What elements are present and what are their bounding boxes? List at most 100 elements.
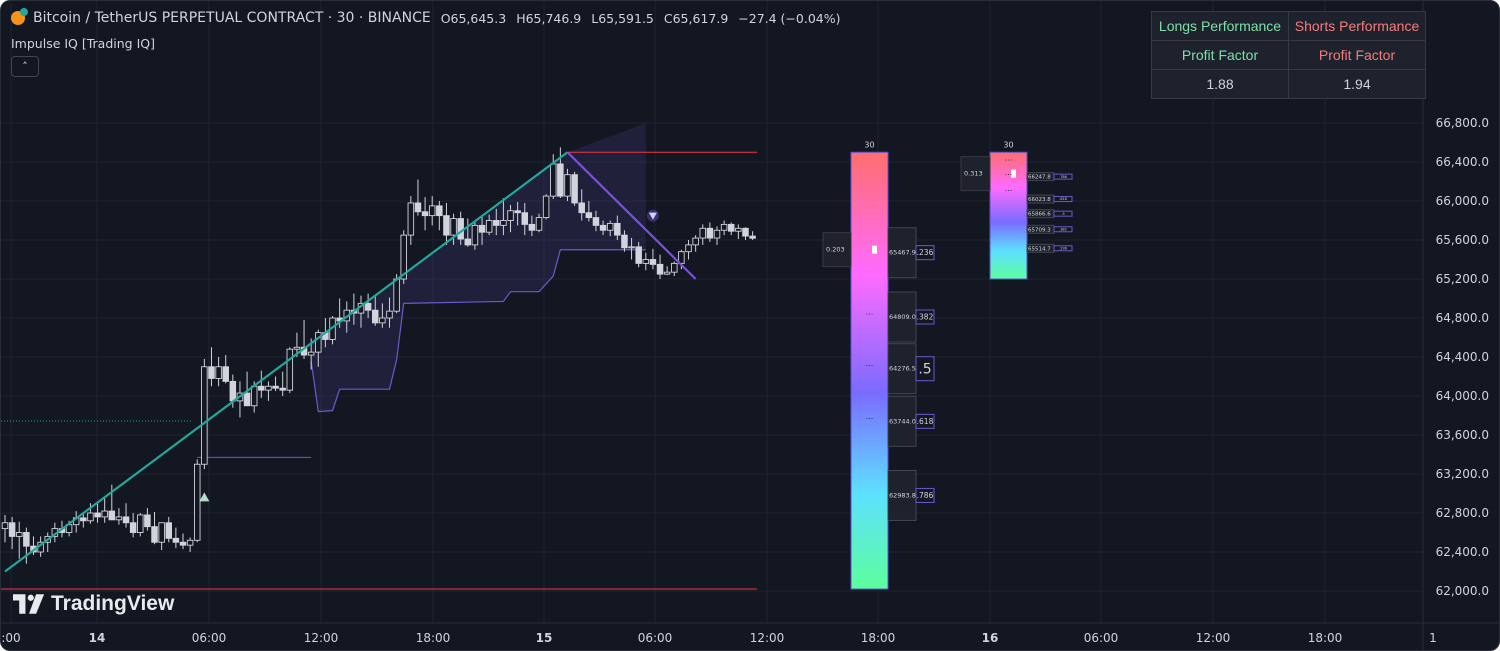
candle-body — [471, 224, 479, 246]
fib-ratio-label: .786 — [917, 491, 934, 500]
candle-body — [208, 366, 215, 379]
x-tick-label: :00 — [1, 631, 20, 645]
candle-body — [393, 278, 400, 312]
candle-body — [642, 259, 650, 264]
candle-body — [151, 526, 158, 543]
candle-body — [379, 317, 386, 324]
fib-price-label: 66023.8 — [1028, 197, 1051, 203]
candle-body — [557, 163, 564, 197]
x-tick-label: 1 — [1429, 631, 1437, 645]
candle-body — [692, 237, 699, 246]
fib-ratio-label: .382 — [917, 313, 934, 322]
fib-price-label: 66247.8 — [1028, 175, 1051, 181]
candle-body — [493, 220, 500, 226]
candle-body — [578, 202, 585, 214]
candle-body — [87, 512, 94, 522]
candle-body — [457, 218, 464, 240]
fib-ratio-label: .5 — [918, 361, 931, 377]
ohlc-readout: O65,645.3 H65,746.9 L65,591.5 C65,617.9 … — [441, 11, 841, 26]
tradingview-logo[interactable]: TradingView — [13, 592, 174, 616]
candle-body — [685, 244, 692, 253]
candle-body — [528, 223, 536, 231]
up-impulse-line — [4, 151, 569, 573]
candle-body — [485, 220, 493, 233]
candle-body — [706, 227, 714, 239]
x-tick-label: 12:00 — [1196, 631, 1231, 645]
x-tick-label: 06:00 — [192, 631, 227, 645]
long-signal-icon — [199, 492, 210, 502]
candle-body — [571, 174, 578, 204]
candle-body — [307, 351, 315, 356]
candle-body — [1, 522, 9, 530]
y-tick-label: 64,000.0 — [1436, 389, 1489, 403]
candle-body — [243, 392, 251, 407]
candle-body — [635, 246, 642, 264]
shorts-profit-factor: 1.94 — [1288, 69, 1426, 99]
x-tick-label: 12:00 — [750, 631, 785, 645]
candle-body — [699, 227, 707, 239]
candle-body — [129, 522, 137, 533]
fib-ratio-label: .382 — [1059, 227, 1067, 231]
x-tick-label: 18:00 — [861, 631, 896, 645]
candle-body — [621, 234, 628, 249]
thermometer-icon — [872, 245, 877, 254]
fib-side-label: 0.313 — [964, 170, 983, 178]
candle-body — [144, 514, 151, 528]
indicator-name[interactable]: Impulse IQ [Trading IQ] — [11, 36, 155, 51]
candle-body — [165, 522, 173, 539]
candle-body — [115, 516, 123, 521]
candle-body — [592, 217, 600, 226]
candle-body — [564, 174, 571, 197]
candle-body — [514, 210, 521, 214]
candle-body — [443, 215, 450, 236]
x-tick-label: 16 — [982, 631, 999, 645]
candle-body — [172, 537, 180, 543]
x-tick-label: 18:00 — [416, 631, 451, 645]
candle-body — [80, 517, 87, 522]
fib-price-label: 65514.7 — [1028, 246, 1051, 252]
candle-body — [628, 246, 635, 249]
fib-ratio-label: .786 — [1059, 175, 1067, 179]
tradingview-logo-text: TradingView — [51, 592, 175, 615]
fib-dots: ··· — [866, 414, 874, 423]
candle-body — [720, 223, 728, 231]
fib-price-label: 65467.9 — [889, 249, 916, 257]
candle-body — [158, 522, 165, 543]
change-value: −27.4 (−0.04%) — [738, 10, 841, 26]
candle-body — [193, 463, 201, 541]
tradingview-logo-icon — [13, 594, 45, 614]
candle-body — [421, 211, 429, 217]
candle-body — [386, 310, 393, 319]
longs-metric: Profit Factor — [1151, 40, 1289, 70]
performance-table: Longs Performance Shorts Performance Pro… — [1151, 11, 1426, 99]
fib-dots: ··· — [1005, 186, 1013, 195]
candle-body — [599, 224, 607, 231]
longs-profit-factor: 1.88 — [1151, 69, 1289, 99]
symbol-title[interactable]: Bitcoin / TetherUS PERPETUAL CONTRACT · … — [33, 10, 431, 26]
y-tick-label: 64,400.0 — [1436, 350, 1489, 364]
fib-ratio-label: .236 — [1059, 246, 1067, 250]
collapse-button[interactable]: ˄ — [11, 56, 39, 77]
candle-body — [727, 223, 735, 232]
candle-body — [414, 202, 422, 213]
y-tick-label: 62,800.0 — [1436, 506, 1489, 520]
candle-body — [364, 302, 372, 311]
y-tick-label: 66,000.0 — [1436, 194, 1489, 208]
candle-body — [279, 387, 286, 391]
candle-body — [215, 366, 222, 379]
fib-header-label: 30 — [1003, 140, 1013, 149]
x-tick-label: 15 — [536, 631, 553, 645]
candle-body — [371, 309, 379, 324]
candle-body — [428, 205, 436, 217]
x-tick-label: 06:00 — [1084, 631, 1119, 645]
candle-body — [229, 380, 237, 402]
candle-body — [272, 385, 279, 389]
close-value: C65,617.9 — [663, 10, 729, 26]
candle-body — [649, 259, 657, 265]
candle-body — [293, 346, 301, 350]
fib-price-label: 62983.8 — [889, 491, 916, 499]
candle-body — [713, 229, 721, 239]
fib-price-label: 65709.3 — [1028, 227, 1051, 233]
x-tick-label: 18:00 — [1308, 631, 1343, 645]
candle-body — [735, 227, 742, 232]
